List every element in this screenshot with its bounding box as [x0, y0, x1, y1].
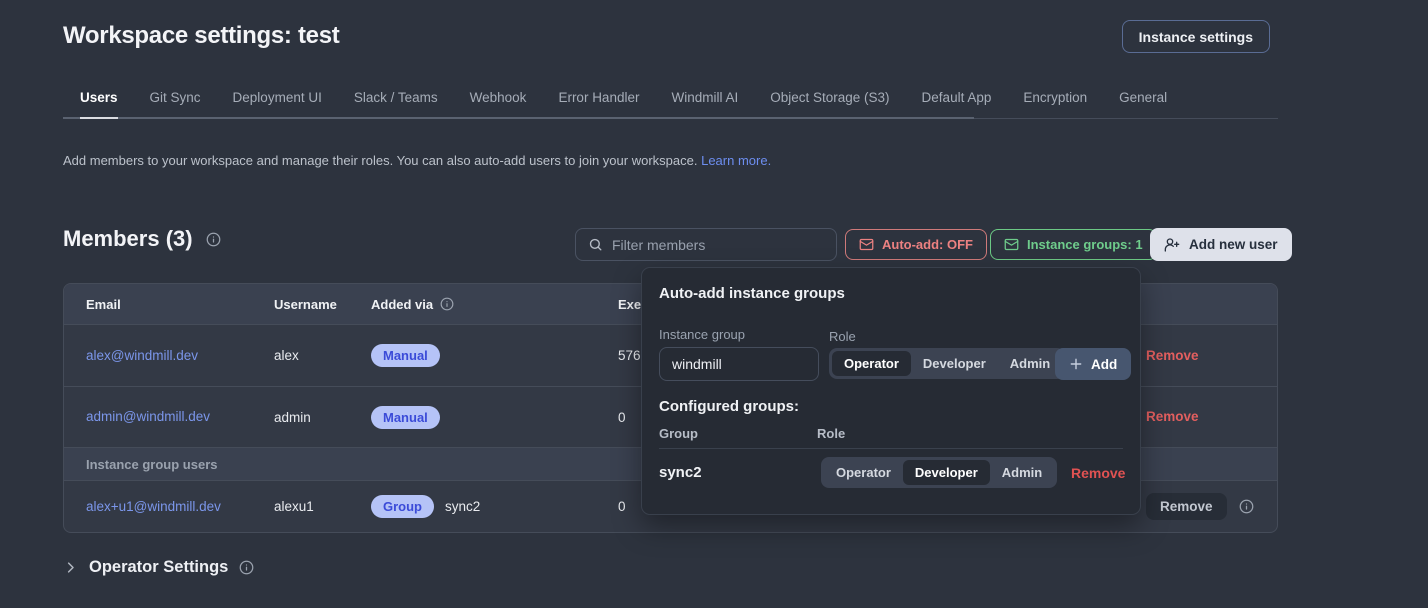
instance-group-label: Instance group [659, 327, 745, 342]
filter-members-box[interactable] [575, 228, 837, 261]
info-icon[interactable] [206, 232, 221, 247]
popup-title: Auto-add instance groups [659, 285, 845, 302]
added-via-badge: Manual [371, 344, 440, 367]
page-title: Workspace settings: test [63, 22, 339, 50]
operator-settings-label: Operator Settings [89, 558, 228, 577]
member-email-link[interactable]: admin@windmill.dev [86, 409, 210, 424]
col-email: Email [64, 297, 274, 312]
tab-deployment-ui[interactable]: Deployment UI [233, 90, 322, 118]
role-label: Role [829, 329, 856, 344]
tab-users[interactable]: Users [80, 90, 118, 118]
member-email-link[interactable]: alex+u1@windmill.dev [86, 499, 221, 514]
settings-tabbar: Users Git Sync Deployment UI Slack / Tea… [63, 90, 1278, 119]
add-group-label: Add [1091, 357, 1117, 372]
instance-group-input[interactable] [659, 347, 819, 381]
auto-add-label: Auto-add: OFF [882, 237, 973, 252]
role-option-admin[interactable]: Admin [990, 460, 1054, 485]
user-plus-icon [1164, 237, 1180, 253]
remove-configured-group-button[interactable]: Remove [1071, 465, 1125, 481]
new-group-role-toggle: Operator Developer Admin [829, 348, 1065, 379]
auto-add-button[interactable]: Auto-add: OFF [845, 229, 987, 260]
section-label: Instance group users [64, 457, 274, 472]
member-email-link[interactable]: alex@windmill.dev [86, 348, 198, 363]
tab-webhook[interactable]: Webhook [470, 90, 527, 118]
instance-groups-label: Instance groups: 1 [1027, 237, 1143, 252]
info-icon[interactable] [1239, 499, 1254, 514]
configured-group-role-toggle: Operator Developer Admin [821, 457, 1057, 488]
mail-icon [1004, 237, 1019, 252]
remove-member-button[interactable]: Remove [1146, 409, 1199, 424]
col-added-via: Added via [371, 297, 433, 312]
role-option-operator[interactable]: Operator [824, 460, 903, 485]
tabbar-scroll-thumb [63, 117, 974, 119]
tab-general[interactable]: General [1119, 90, 1167, 118]
operator-settings-toggle[interactable]: Operator Settings [63, 558, 254, 577]
remove-member-button[interactable]: Remove [1146, 493, 1227, 520]
tab-git-sync[interactable]: Git Sync [150, 90, 201, 118]
tab-slack-teams[interactable]: Slack / Teams [354, 90, 438, 118]
search-icon [588, 237, 603, 252]
chevron-right-icon [63, 560, 78, 575]
divider [659, 448, 1123, 449]
auto-add-instance-groups-popup: Auto-add instance groups Instance group … [641, 267, 1141, 515]
filter-members-input[interactable] [612, 237, 824, 253]
role-option-developer[interactable]: Developer [911, 351, 998, 376]
group-column-header: Group [659, 426, 698, 441]
role-option-developer[interactable]: Developer [903, 460, 990, 485]
added-via-badge: Manual [371, 406, 440, 429]
added-via-badge: Group [371, 495, 434, 518]
learn-more-link[interactable]: Learn more. [701, 153, 771, 168]
col-username: Username [274, 297, 371, 312]
member-username: alexu1 [274, 499, 371, 514]
info-icon[interactable] [239, 560, 254, 575]
members-heading-label: Members (3) [63, 226, 193, 252]
add-new-user-button[interactable]: Add new user [1150, 228, 1292, 261]
configured-group-name: sync2 [659, 464, 702, 481]
member-username: admin [274, 410, 371, 425]
tab-encryption[interactable]: Encryption [1023, 90, 1087, 118]
page-description: Add members to your workspace and manage… [63, 153, 771, 168]
plus-icon [1069, 357, 1083, 371]
tab-default-app[interactable]: Default App [922, 90, 992, 118]
configured-groups-heading: Configured groups: [659, 398, 799, 415]
instance-settings-button[interactable]: Instance settings [1122, 20, 1270, 53]
add-new-user-label: Add new user [1189, 237, 1278, 252]
remove-member-button[interactable]: Remove [1146, 348, 1199, 363]
info-icon[interactable] [440, 297, 454, 311]
tab-windmill-ai[interactable]: Windmill AI [671, 90, 738, 118]
add-group-button[interactable]: Add [1055, 348, 1131, 380]
tab-object-storage[interactable]: Object Storage (S3) [770, 90, 889, 118]
role-option-admin[interactable]: Admin [998, 351, 1062, 376]
member-username: alex [274, 348, 371, 363]
role-column-header: Role [817, 426, 845, 441]
added-via-group-name: sync2 [445, 499, 480, 514]
instance-groups-button[interactable]: Instance groups: 1 [990, 229, 1157, 260]
mail-icon [859, 237, 874, 252]
description-text: Add members to your workspace and manage… [63, 153, 697, 168]
tab-error-handler[interactable]: Error Handler [558, 90, 639, 118]
members-heading: Members (3) [63, 226, 221, 252]
role-option-operator[interactable]: Operator [832, 351, 911, 376]
